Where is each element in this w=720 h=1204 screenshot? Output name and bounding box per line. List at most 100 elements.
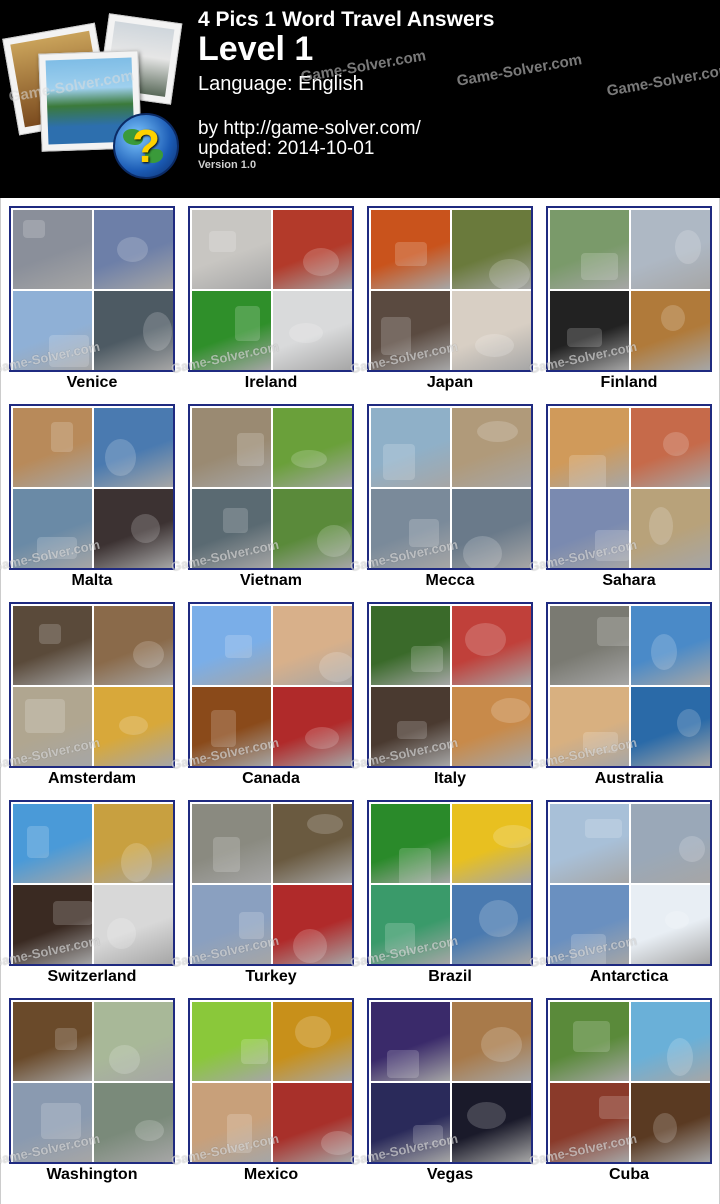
answer-card[interactable]: Game-Solver.com [170, 206, 354, 376]
answer-label: Vietnam [240, 572, 302, 589]
clue-picture [631, 1083, 710, 1162]
clue-picture [94, 489, 173, 568]
clue-picture [631, 210, 710, 289]
clue-picture [192, 408, 271, 487]
answer-card[interactable]: Game-Solver.com [528, 404, 712, 574]
watermark: Game-Solver.com [605, 61, 720, 100]
answer-card[interactable]: Game-Solver.com [528, 206, 712, 376]
answer-card[interactable]: Game-Solver.com [0, 404, 175, 574]
watermark: Game-Solver.com [455, 51, 584, 90]
clue-picture [273, 1083, 352, 1162]
clue-picture [94, 210, 173, 289]
answer-label: Finland [600, 374, 658, 391]
clue-picture [371, 606, 450, 685]
clue-picture [452, 210, 531, 289]
clue-picture [13, 210, 92, 289]
clue-picture [371, 1002, 450, 1081]
clue-picture [631, 408, 710, 487]
answer-label: Venice [66, 374, 118, 391]
clue-picture [192, 804, 271, 883]
clue-picture [371, 804, 450, 883]
answer-card[interactable]: Game-Solver.com [349, 404, 533, 574]
clue-picture [273, 1002, 352, 1081]
clue-picture [452, 804, 531, 883]
clue-picture [452, 408, 531, 487]
clue-picture [94, 885, 173, 964]
answer-label: Sahara [602, 572, 656, 589]
clue-picture [452, 489, 531, 568]
answer-label: Mecca [425, 572, 475, 589]
answer-label: Australia [594, 770, 664, 787]
clue-picture [94, 804, 173, 883]
answer-card[interactable]: Game-Solver.com [170, 602, 354, 772]
clue-picture [13, 606, 92, 685]
source-link[interactable]: by http://game-solver.com/ [198, 118, 421, 140]
clue-picture [550, 804, 629, 883]
answer-label: Antarctica [589, 968, 669, 985]
clue-picture [273, 489, 352, 568]
answer-card[interactable]: Game-Solver.com [170, 998, 354, 1168]
clue-picture [273, 291, 352, 370]
answers-grid: Game-Solver.com Venice Game-Solver.com Irel… [0, 198, 720, 1204]
clue-picture [13, 1002, 92, 1081]
header-banner: ? 4 Pics 1 Word Travel Answers Level 1 L… [0, 0, 720, 198]
clue-picture [273, 687, 352, 766]
clue-picture [94, 1083, 173, 1162]
clue-picture [94, 408, 173, 487]
answer-label: Turkey [245, 968, 297, 985]
clue-picture [631, 1002, 710, 1081]
answer-label: Italy [433, 770, 466, 787]
clue-picture [273, 804, 352, 883]
clue-picture [631, 804, 710, 883]
answer-card[interactable]: Game-Solver.com [0, 800, 175, 970]
answer-label: Canada [242, 770, 300, 787]
answer-label: Malta [71, 572, 113, 589]
clue-picture [192, 606, 271, 685]
answer-label: Japan [426, 374, 474, 391]
version-label: Version 1.0 [198, 159, 257, 171]
answer-label: Amsterdam [47, 770, 137, 787]
answer-card[interactable]: Game-Solver.com [349, 602, 533, 772]
answer-label: Mexico [243, 1166, 299, 1183]
clue-picture [452, 606, 531, 685]
level-heading: Level 1 [198, 30, 314, 68]
clue-picture [273, 606, 352, 685]
clue-picture [550, 1002, 629, 1081]
answer-card[interactable]: Game-Solver.com [0, 998, 175, 1168]
answer-label: Cuba [609, 1166, 649, 1183]
clue-picture [631, 606, 710, 685]
answer-card[interactable]: Game-Solver.com [528, 602, 712, 772]
clue-picture [631, 291, 710, 370]
clue-picture [192, 1002, 271, 1081]
page-title: 4 Pics 1 Word Travel Answers [198, 8, 495, 31]
clue-picture [371, 210, 450, 289]
answer-card[interactable]: Game-Solver.com [170, 404, 354, 574]
answer-card[interactable]: Game-Solver.com [349, 800, 533, 970]
answer-card[interactable]: Game-Solver.com [0, 206, 175, 376]
clue-picture [550, 606, 629, 685]
clue-picture [550, 408, 629, 487]
clue-picture [452, 687, 531, 766]
clue-picture [273, 408, 352, 487]
clue-picture [94, 291, 173, 370]
clue-picture [94, 606, 173, 685]
answer-card[interactable]: Game-Solver.com [349, 206, 533, 376]
answer-label: Washington [46, 1166, 138, 1183]
answer-label: Switzerland [47, 968, 137, 985]
clue-picture [550, 210, 629, 289]
answer-card[interactable]: Game-Solver.com [170, 800, 354, 970]
clue-picture [192, 210, 271, 289]
clue-picture [452, 291, 531, 370]
answer-card[interactable]: Game-Solver.com [528, 998, 712, 1168]
clue-picture [631, 885, 710, 964]
answer-card[interactable]: Game-Solver.com [0, 602, 175, 772]
updated-date: updated: 2014-10-01 [198, 138, 375, 159]
clue-picture [631, 489, 710, 568]
clue-picture [13, 804, 92, 883]
answer-card[interactable]: Game-Solver.com [349, 998, 533, 1168]
clue-picture [452, 1083, 531, 1162]
clue-picture [273, 885, 352, 964]
answer-label: Vegas [426, 1166, 474, 1183]
answer-card[interactable]: Game-Solver.com [528, 800, 712, 970]
clue-picture [452, 1002, 531, 1081]
